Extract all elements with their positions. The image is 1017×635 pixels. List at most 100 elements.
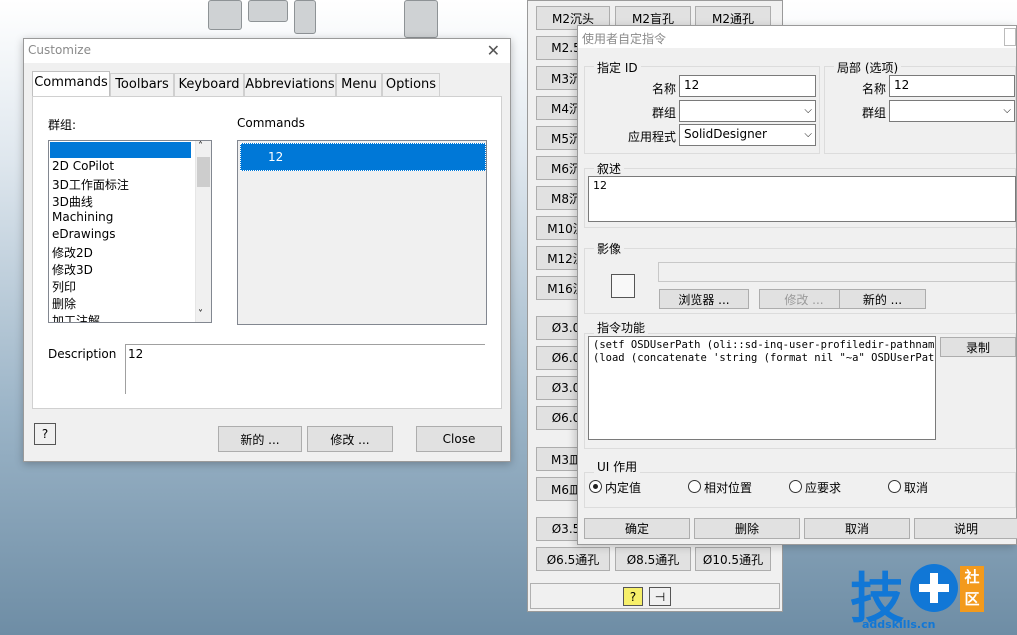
close-icon[interactable]: ✕ <box>487 41 500 60</box>
tab-keyboard[interactable]: Keyboard <box>174 73 244 96</box>
description-value: 12 <box>128 347 144 361</box>
list-item[interactable]: 12 <box>268 150 283 164</box>
list-item[interactable]: eDrawings <box>52 227 116 241</box>
list-item[interactable]: 修改2D <box>52 244 93 261</box>
ui-action-group-title: UI 作用 <box>594 458 641 475</box>
list-item[interactable]: 删除 <box>52 295 76 312</box>
radio-cancel-label[interactable]: 取消 <box>904 479 928 496</box>
badge-bottom-char: 区 <box>964 590 980 608</box>
list-item[interactable]: 3D工作面标注 <box>52 176 129 193</box>
list-item[interactable]: 修改3D <box>52 261 93 278</box>
function-line: (setf OSDUserPath (oli::sd-inq-user-prof… <box>593 339 936 351</box>
cancel-button[interactable]: 取消 <box>804 518 910 539</box>
customize-titlebar[interactable]: Customize ✕ <box>24 39 510 63</box>
local-name-value: 12 <box>894 78 910 92</box>
description-label: Description <box>48 347 117 361</box>
commands-list[interactable]: 12 <box>237 140 487 325</box>
palette-button[interactable]: Ø6.5通孔 <box>536 547 610 571</box>
image-path-field[interactable] <box>658 262 1016 282</box>
commands-label: Commands <box>237 116 305 130</box>
description-value: 12 <box>593 179 607 192</box>
help-icon[interactable]: ? <box>623 587 643 606</box>
watermark-site: addskills.cn <box>862 618 936 631</box>
tab-menu[interactable]: Menu <box>336 73 382 96</box>
description-textarea[interactable]: 12 <box>588 176 1016 222</box>
pin-icon[interactable]: ⊣ <box>649 587 671 606</box>
scrollbar-thumb[interactable] <box>197 157 210 187</box>
local-group-title: 局部 (选项) <box>834 59 902 76</box>
model-part <box>404 0 438 38</box>
palette-button[interactable]: Ø10.5通孔 <box>695 547 771 571</box>
tab-options[interactable]: Options <box>382 73 440 96</box>
browse-button[interactable]: 浏览器 ... <box>659 289 749 309</box>
plus-icon <box>910 564 958 612</box>
radio-default-label[interactable]: 内定值 <box>605 479 641 496</box>
radio-relative[interactable] <box>688 480 701 493</box>
record-button[interactable]: 录制 <box>940 337 1016 357</box>
help-icon[interactable]: ? <box>34 423 56 445</box>
close-icon[interactable] <box>1004 28 1016 46</box>
community-badge: 社 区 <box>960 566 984 612</box>
model-part <box>248 0 288 22</box>
local-group-label: 群组 <box>862 106 887 120</box>
customize-title: Customize <box>28 43 91 57</box>
radio-on-demand[interactable] <box>789 480 802 493</box>
list-item[interactable]: 列印 <box>52 278 76 295</box>
delete-button[interactable]: 删除 <box>694 518 800 539</box>
user-dialog-titlebar[interactable]: 使用者自定指令 <box>578 26 1016 48</box>
function-group-title: 指令功能 <box>594 319 649 336</box>
user-dialog-title: 使用者自定指令 <box>582 32 667 46</box>
palette-button[interactable]: Ø8.5通孔 <box>615 547 691 571</box>
group-label: 群组 <box>652 106 677 120</box>
group-list[interactable]: 2D CoPilot 3D工作面标注 3D曲线 Machining eDrawi… <box>48 140 212 323</box>
list-item[interactable]: 3D曲线 <box>52 193 93 210</box>
app-select[interactable]: SolidDesigner ⌵ <box>679 124 816 146</box>
modify-button[interactable]: 修改 ... <box>307 426 393 452</box>
user-command-dialog: 使用者自定指令 指定 ID 名称 12 群组 ⌵ 应用程式 SolidDesig… <box>577 25 1017 545</box>
group-select[interactable]: ⌵ <box>679 100 816 122</box>
app-value: SolidDesigner <box>684 127 767 141</box>
radio-cancel[interactable] <box>888 480 901 493</box>
model-part <box>294 0 316 34</box>
app-label: 应用程式 <box>628 130 677 144</box>
list-item[interactable]: Machining <box>52 210 113 224</box>
chevron-up-icon[interactable]: ˄ <box>198 141 203 152</box>
name-value: 12 <box>684 78 700 92</box>
site-watermark: 技 社 区 addskills.cn <box>850 558 1010 634</box>
chevron-down-icon[interactable]: ⌵ <box>1003 101 1011 121</box>
local-name-input[interactable]: 12 <box>889 75 1015 97</box>
new-button[interactable]: 新的 ... <box>218 426 302 452</box>
palette-footer: ? ⊣ <box>530 583 780 609</box>
description-field[interactable]: 12 <box>125 344 485 394</box>
chevron-down-icon[interactable]: ˅ <box>198 309 203 320</box>
id-group-title: 指定 ID <box>594 59 641 76</box>
chevron-down-icon[interactable]: ⌵ <box>804 125 812 145</box>
group-list-scrollbar[interactable]: ˄ ˅ <box>195 141 211 322</box>
description-group-title: 叙述 <box>594 160 625 177</box>
function-line: (load (concatenate 'string (format nil "… <box>593 352 936 364</box>
local-group-select[interactable]: ⌵ <box>889 100 1015 122</box>
name-input[interactable]: 12 <box>679 75 816 97</box>
model-part <box>208 0 242 30</box>
list-item[interactable]: 加工注解 <box>52 312 100 322</box>
list-item[interactable]: 2D CoPilot <box>52 159 114 173</box>
image-preview <box>611 274 635 298</box>
tab-toolbars[interactable]: Toolbars <box>110 73 174 96</box>
help-button[interactable]: 说明 <box>914 518 1017 539</box>
radio-default[interactable] <box>589 480 602 493</box>
ok-button[interactable]: 确定 <box>584 518 690 539</box>
radio-on-demand-label[interactable]: 应要求 <box>805 479 841 496</box>
image-new-button[interactable]: 新的 ... <box>839 289 926 309</box>
selected-group-row[interactable] <box>50 142 191 158</box>
tab-abbreviations[interactable]: Abbreviations <box>244 73 336 96</box>
customize-dialog: Customize ✕ Commands Toolbars Keyboard A… <box>23 38 511 462</box>
chevron-down-icon[interactable]: ⌵ <box>804 101 812 121</box>
tab-commands[interactable]: Commands <box>32 71 110 97</box>
local-name-label: 名称 <box>862 82 887 96</box>
radio-relative-label[interactable]: 相对位置 <box>704 479 752 496</box>
badge-top-char: 社 <box>964 568 980 586</box>
function-textarea[interactable]: (setf OSDUserPath (oli::sd-inq-user-prof… <box>588 336 936 440</box>
close-button[interactable]: Close <box>416 426 502 452</box>
image-modify-button[interactable]: 修改 ... <box>759 289 849 309</box>
commands-tabpanel: 群组: Commands 2D CoPilot 3D工作面标注 3D曲线 Mac… <box>32 96 502 409</box>
